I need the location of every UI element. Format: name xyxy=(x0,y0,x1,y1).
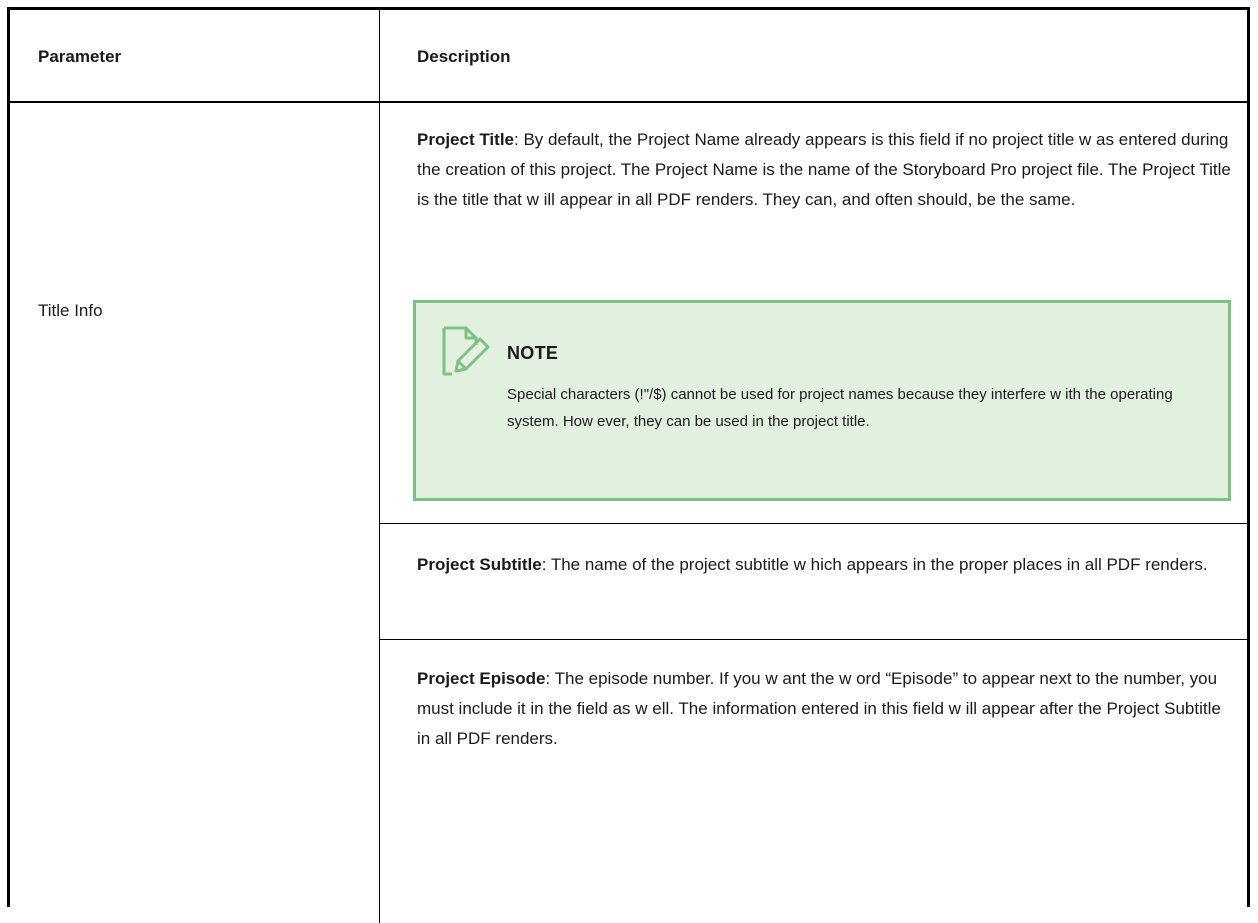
header-parameter: Parameter xyxy=(38,46,122,66)
column-divider xyxy=(379,103,380,923)
description-project-episode: Project Episode: The episode number. If … xyxy=(417,664,1237,754)
term-label: Project Subtitle xyxy=(417,555,542,574)
column-divider xyxy=(379,10,380,101)
term-description: : The name of the project subtitle w hic… xyxy=(541,555,1208,574)
parameter-label: Title Info xyxy=(38,301,103,320)
table-header-row: Parameter Description xyxy=(10,10,1247,103)
description-project-title: Project Title: By default, the Project N… xyxy=(417,125,1237,215)
term-description: : By default, the Project Name already a… xyxy=(417,130,1231,209)
note-title: NOTE xyxy=(507,343,559,363)
row-divider xyxy=(380,523,1247,524)
term-label: Project Episode xyxy=(417,669,546,688)
header-description: Description xyxy=(417,46,511,66)
parameter-cell-title-info: Title Info xyxy=(10,103,379,519)
term-label: Project Title xyxy=(417,130,514,149)
note-callout: NOTE Special characters (!"/$) cannot be… xyxy=(413,300,1231,501)
note-text: Special characters (!"/$) cannot be used… xyxy=(507,386,1173,430)
row-divider xyxy=(380,639,1247,640)
parameter-table: Parameter Description Title Info Project… xyxy=(7,7,1250,923)
description-project-subtitle: Project Subtitle: The name of the projec… xyxy=(417,550,1237,580)
note-pencil-icon xyxy=(442,326,490,376)
